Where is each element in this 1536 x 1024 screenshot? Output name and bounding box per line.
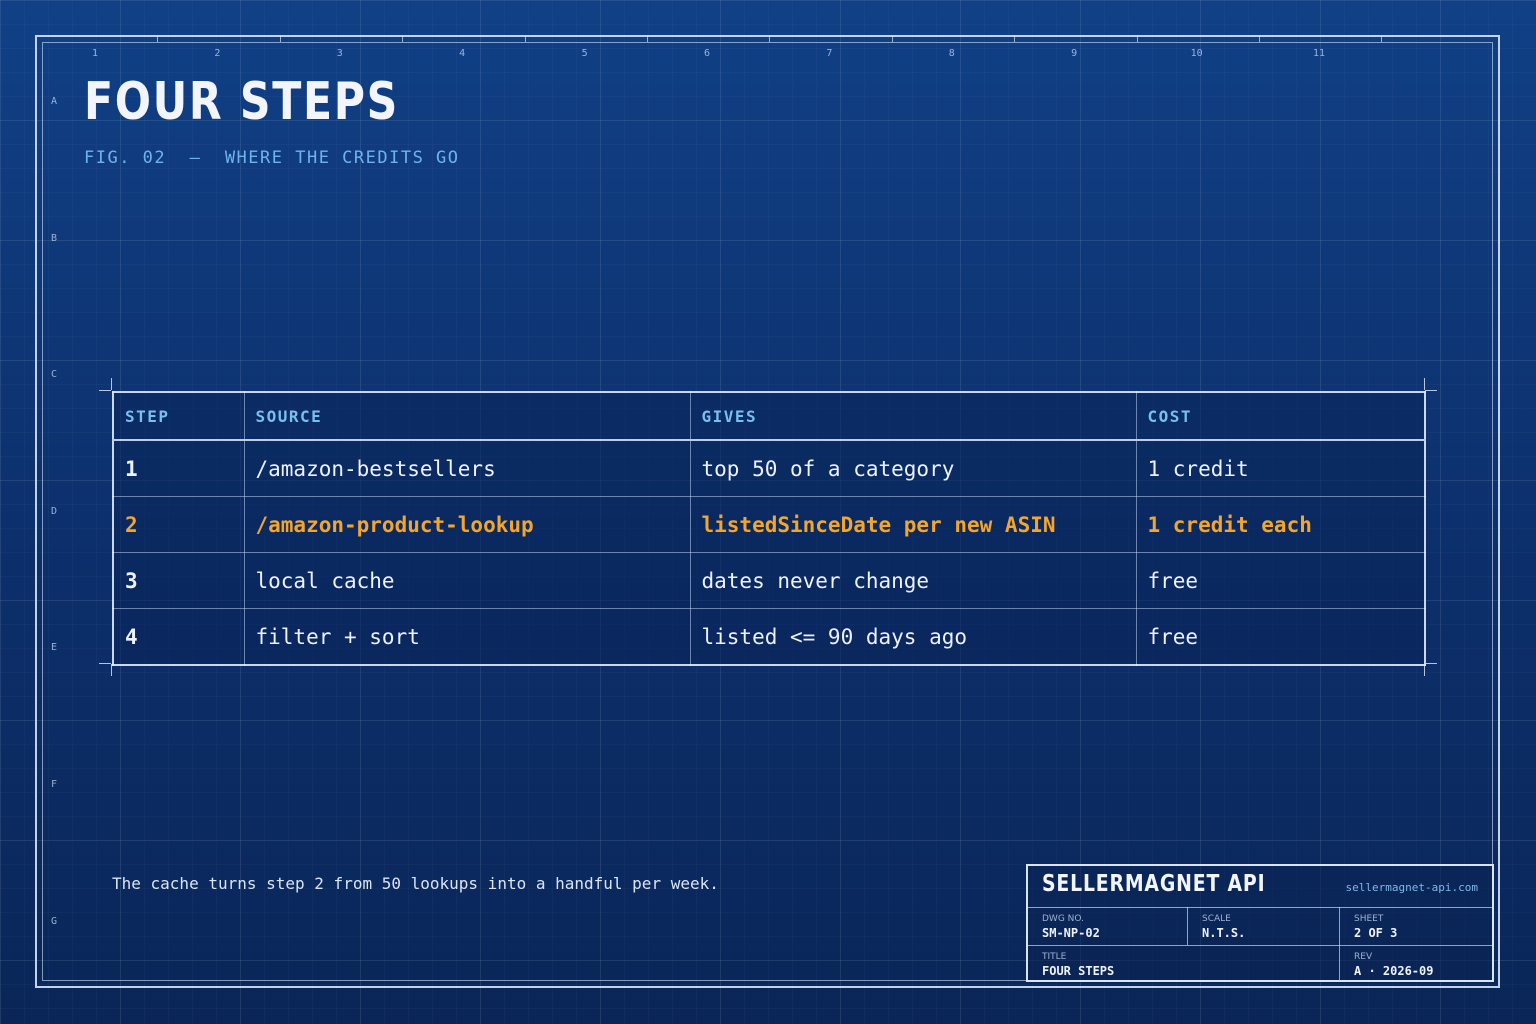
scale-label: SCALE: [1202, 914, 1231, 924]
dwg-no-value: SM-NP-02: [1042, 926, 1100, 940]
header-gives: GIVES: [689, 391, 1137, 441]
title-value: FOUR STEPS: [1042, 964, 1115, 978]
column-ref-number: 11: [1312, 48, 1326, 59]
column-tick: [524, 35, 526, 42]
table-header-row: STEP SOURCE GIVES COST: [112, 391, 1426, 441]
column-tick: [157, 35, 159, 42]
figure-subtitle: FIG. 02 — WHERE THE CREDITS GO: [84, 148, 460, 168]
step-gives: listed <= 90 days ago: [689, 608, 1137, 666]
title-block-divider: [1028, 907, 1492, 908]
step-gives: listedSinceDate per new ASIN: [689, 496, 1137, 553]
scale-value: N.T.S.: [1202, 926, 1246, 940]
column-tick-marks: [35, 35, 1500, 43]
dwg-no-label: DWG NO.: [1042, 914, 1084, 924]
step-gives: dates never change: [689, 552, 1137, 609]
step-number: 4: [112, 608, 245, 666]
table-row: 1 /amazon-bestsellers top 50 of a catego…: [112, 439, 1426, 497]
table-row: 4 filter + sort listed <= 90 days ago fr…: [112, 608, 1426, 666]
step-source: /amazon-product-lookup: [243, 496, 691, 553]
step-source: local cache: [243, 552, 691, 609]
title-block: SELLERMAGNET API sellermagnet-api.com DW…: [1026, 864, 1494, 982]
header-step: STEP: [112, 391, 245, 441]
brand-name: SELLERMAGNET API: [1042, 871, 1266, 897]
column-ref-number: 7: [826, 48, 833, 59]
row-ref-letter: D: [50, 505, 58, 517]
step-number: 2: [112, 496, 245, 553]
column-ref-number: 2: [214, 48, 221, 59]
row-ref-letter: E: [50, 642, 58, 654]
step-cost: free: [1135, 552, 1426, 609]
steps-table: STEP SOURCE GIVES COST 1 /amazon-bestsel…: [112, 391, 1426, 666]
column-ref-number: 1: [91, 48, 99, 59]
column-tick: [769, 35, 771, 42]
column-tick: [1381, 35, 1383, 42]
sheet-value: 2 OF 3: [1354, 926, 1398, 940]
footnote: The cache turns step 2 from 50 lookups i…: [112, 874, 719, 893]
column-ref-number: 3: [336, 48, 343, 59]
rev-label: REV: [1354, 952, 1373, 962]
column-tick: [647, 35, 648, 42]
column-ref-number: 6: [703, 48, 711, 59]
column-tick: [1136, 35, 1138, 42]
brand-website: sellermagnet-api.com: [1345, 881, 1478, 894]
column-ref-number: 9: [1071, 48, 1078, 59]
column-ref-number: 10: [1190, 48, 1203, 59]
row-ref-letter: F: [50, 779, 58, 790]
step-source: filter + sort: [243, 608, 691, 666]
column-ref-number: 8: [948, 48, 955, 59]
column-tick: [1259, 35, 1260, 42]
step-cost: free: [1135, 608, 1426, 666]
rev-value: A · 2026-09: [1354, 964, 1434, 978]
header-source: SOURCE: [243, 391, 691, 441]
title-block-divider: [1028, 945, 1492, 946]
row-ref-letter: A: [50, 96, 58, 107]
step-number: 1: [112, 439, 245, 497]
steps-table-container: STEP SOURCE GIVES COST 1 /amazon-bestsel…: [112, 391, 1426, 666]
title-block-divider: [1187, 907, 1188, 945]
column-ref-number: 4: [459, 48, 466, 59]
table-row: 3 local cache dates never change free: [112, 552, 1426, 609]
row-ref-letter: G: [50, 915, 58, 927]
step-source: /amazon-bestsellers: [243, 439, 691, 497]
column-ref-number: 5: [581, 48, 588, 59]
step-cost: 1 credit: [1135, 439, 1426, 497]
step-number: 3: [112, 552, 245, 609]
column-tick: [279, 35, 281, 42]
column-tick: [1014, 35, 1016, 42]
column-tick: [402, 35, 404, 42]
row-ref-letter: C: [50, 369, 58, 381]
title-block-divider: [1339, 907, 1340, 982]
column-tick: [891, 35, 893, 42]
page-title: FOUR STEPS: [84, 72, 399, 132]
step-gives: top 50 of a category: [689, 439, 1137, 497]
header-cost: COST: [1135, 391, 1426, 441]
sheet-label: SHEET: [1354, 914, 1384, 924]
title-label: TITLE: [1042, 952, 1067, 962]
table-row-highlighted: 2 /amazon-product-lookup listedSinceDate…: [112, 496, 1426, 553]
step-cost: 1 credit each: [1135, 496, 1426, 553]
row-ref-letter: B: [50, 232, 58, 244]
